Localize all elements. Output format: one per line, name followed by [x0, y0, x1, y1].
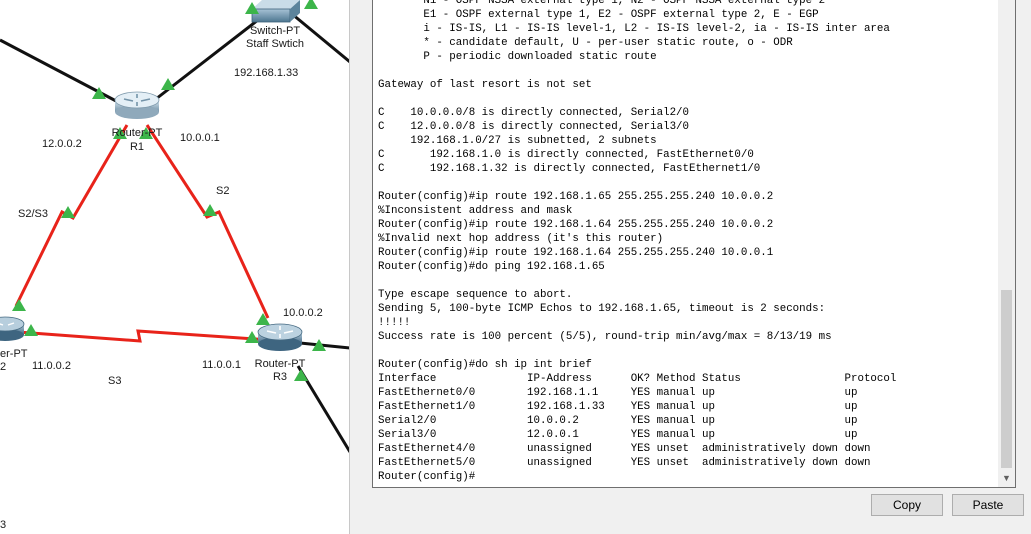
link-r1-r3-serial: [145, 124, 270, 319]
r2-model-label: er-PT: [0, 348, 28, 360]
terminal-line: FastEthernet4/0 unassigned YES unset adm…: [378, 443, 871, 455]
terminal-line: Interface IP-Address OK? Method Status P…: [378, 373, 897, 385]
r1-model-label: Router-PT: [111, 127, 163, 139]
cli-terminal[interactable]: N1 - OSPF NSSA external type 1, N2 - OSP…: [372, 0, 1016, 488]
switch-model-label: Switch-PT: [249, 25, 301, 37]
switch-staff-icon[interactable]: [251, 0, 300, 23]
terminal-line: Sending 5, 100-byte ICMP Echos to 192.16…: [378, 303, 826, 315]
terminal-line: C 192.168.1.32 is directly connected, Fa…: [378, 163, 761, 175]
r2-ip-label: 11.0.0.2: [32, 360, 71, 372]
link-r1-r3-label: S2: [216, 185, 230, 197]
terminal-line: C 10.0.0.0/8 is directly connected, Seri…: [378, 107, 690, 119]
r1-right-ip-label: 10.0.0.1: [180, 132, 220, 144]
terminal-line: %Inconsistent address and mask: [378, 205, 573, 217]
terminal-line: Gateway of last resort is not set: [378, 79, 592, 91]
terminal-line: Serial3/0 12.0.0.1 YES manual up up: [378, 429, 858, 441]
r3-name-label: R3: [272, 371, 288, 383]
terminal-line: 192.168.1.0/27 is subnetted, 2 subnets: [378, 135, 657, 147]
terminal-line: C 12.0.0.0/8 is directly connected, Seri…: [378, 121, 690, 133]
link-r1-r2-label: S2/S3: [18, 208, 48, 220]
link-r2-r3-label: S3: [108, 375, 122, 387]
terminal-line: Serial2/0 10.0.0.2 YES manual up up: [378, 415, 858, 427]
terminal-line: i - IS-IS, L1 - IS-IS level-1, L2 - IS-I…: [378, 23, 890, 35]
terminal-line: Type escape sequence to abort.: [378, 289, 573, 301]
link-r3-right: [299, 341, 350, 350]
terminal-line: FastEthernet1/0 192.168.1.33 YES manual …: [378, 401, 858, 413]
terminal-line: Router(config)#ip route 192.168.1.64 255…: [378, 247, 774, 259]
terminal-line: %Invalid next hop address (it's this rou…: [378, 233, 664, 245]
terminal-line: * - candidate default, U - per-user stat…: [378, 37, 793, 49]
switch-name-label: Staff Swtich: [246, 38, 304, 50]
terminal-line: Router(config)#ip route 192.168.1.65 255…: [378, 191, 774, 203]
topology-canvas: [0, 0, 350, 453]
terminal-line: FastEthernet5/0 unassigned YES unset adm…: [378, 457, 871, 469]
router-r3-icon[interactable]: [257, 323, 303, 351]
terminal-line: E1 - OSPF external type 1, E2 - OSPF ext…: [378, 9, 819, 21]
cli-panel: N1 - OSPF NSSA external type 1, N2 - OSP…: [361, 0, 1031, 534]
r3-model-label: Router-PT: [254, 358, 306, 370]
terminal-line: C 192.168.1.0 is directly connected, Fas…: [378, 149, 754, 161]
scroll-down-arrow-icon[interactable]: ▼: [998, 470, 1015, 486]
r2-name-label: 2: [0, 361, 7, 373]
router-r2-icon[interactable]: [0, 316, 25, 341]
r3-left-ip-label: 11.0.0.1: [202, 359, 241, 371]
terminal-line: Router(config)#do ping 192.168.1.65: [378, 261, 605, 273]
terminal-line: !!!!!: [378, 317, 411, 329]
terminal-line: N1 - OSPF NSSA external type 1, N2 - OSP…: [378, 0, 826, 7]
terminal-scrollbar[interactable]: ▼: [998, 0, 1015, 487]
copy-button[interactable]: Copy: [871, 494, 943, 516]
terminal-line: Router(config)#: [378, 471, 476, 483]
terminal-line: P - periodic downloaded static route: [378, 51, 657, 63]
r1-name-label: R1: [129, 141, 145, 153]
r3-top-ip-label: 10.0.0.2: [283, 307, 323, 319]
terminal-line: Router(config)#do sh ip int brief: [378, 359, 592, 371]
terminal-line: Router(config)#ip route 192.168.1.64 255…: [378, 219, 774, 231]
switch-ip-label: 192.168.1.33: [234, 67, 299, 79]
terminal-line: Success rate is 100 percent (5/5), round…: [378, 331, 832, 343]
link-r2-r3-serial: [17, 329, 271, 343]
bottom-left-label: 3: [0, 519, 7, 531]
r1-left-ip-label: 12.0.0.2: [42, 138, 82, 150]
terminal-line: FastEthernet0/0 192.168.1.1 YES manual u…: [378, 387, 858, 399]
scrollbar-thumb[interactable]: [1001, 290, 1012, 468]
paste-button[interactable]: Paste: [952, 494, 1024, 516]
router-r1-icon[interactable]: [114, 91, 160, 119]
terminal-output: N1 - OSPF NSSA external type 1, N2 - OSP…: [378, 0, 896, 484]
topology-workspace[interactable]: Switch-PT Staff Swtich 192.168.1.33 Rout…: [0, 0, 350, 534]
